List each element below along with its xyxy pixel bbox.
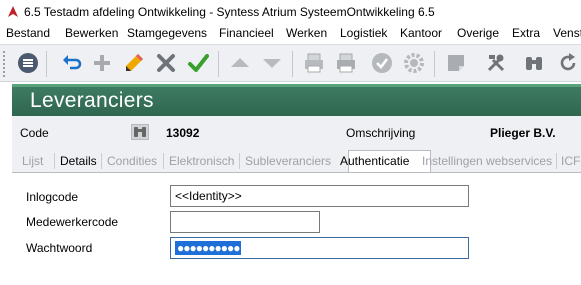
description-label: Omschrijving — [346, 126, 416, 140]
menu-extra[interactable]: Extra — [512, 26, 540, 40]
title-bar: 6.5 Testadm afdeling Ontwikkeling - Synt… — [0, 0, 581, 24]
menu-overige[interactable]: Overige — [457, 26, 499, 40]
tab-lijst[interactable]: Lijst — [22, 154, 43, 168]
login-label: Inlogcode — [26, 190, 79, 204]
arrow-down-icon[interactable] — [260, 51, 284, 75]
login-input[interactable]: <<Identity>> — [170, 185, 469, 207]
check-circle-icon[interactable] — [370, 51, 394, 75]
page-banner: Leveranciers — [12, 84, 581, 116]
tab-icf[interactable]: ICF- — [561, 154, 581, 168]
tab-instellingen-webservices[interactable]: Instellingen webservices — [422, 154, 552, 168]
employee-code-label: Medewerkercode — [26, 215, 119, 229]
arrow-up-icon[interactable] — [228, 51, 252, 75]
menu-bewerken[interactable]: Bewerken — [65, 26, 118, 40]
tab-details[interactable]: Details — [60, 154, 97, 168]
menu-bestand[interactable]: Bestand — [6, 26, 50, 40]
window-title: 6.5 Testadm afdeling Ontwikkeling - Synt… — [24, 5, 435, 19]
note-icon[interactable] — [444, 51, 468, 75]
tools-icon[interactable] — [484, 51, 508, 75]
tab-condities[interactable]: Condities — [107, 154, 157, 168]
password-input[interactable]: ●●●●●●●●●● — [170, 237, 469, 259]
code-value: 13092 — [166, 126, 200, 140]
password-value: ●●●●●●●●●● — [175, 241, 242, 255]
menu-icon[interactable] — [16, 51, 40, 75]
print-preview-icon[interactable] — [302, 51, 326, 75]
tab-bar: Lijst Details Condities Elektronisch Sub… — [12, 150, 581, 173]
print-icon[interactable] — [334, 51, 358, 75]
tab-subleveranciers[interactable]: Subleveranciers — [245, 154, 331, 168]
menu-venster[interactable]: Venst — [553, 26, 581, 40]
menu-bar: Bestand Bewerken Stamgegevens Financieel… — [0, 24, 581, 44]
code-label: Code — [20, 126, 49, 140]
edit-icon[interactable] — [122, 51, 146, 75]
lookup-binoculars-icon[interactable] — [131, 124, 149, 140]
app-logo-icon — [8, 6, 18, 17]
page-title: Leveranciers — [30, 89, 154, 112]
undo-icon[interactable] — [60, 51, 84, 75]
employee-code-input[interactable] — [170, 211, 320, 233]
tab-authenticatie[interactable]: Authenticatie — [340, 154, 409, 168]
binoculars-icon[interactable] — [522, 51, 546, 75]
refresh-icon[interactable] — [556, 51, 580, 75]
confirm-icon[interactable] — [186, 51, 210, 75]
description-value: Plieger B.V. — [490, 126, 556, 140]
gear-icon[interactable] — [402, 51, 426, 75]
toolbar-grip[interactable] — [3, 51, 7, 77]
add-icon[interactable] — [90, 51, 114, 75]
password-label: Wachtwoord — [26, 241, 93, 255]
tab-elektronisch[interactable]: Elektronisch — [169, 154, 234, 168]
menu-financieel[interactable]: Financieel — [219, 26, 274, 40]
menu-werken[interactable]: Werken — [286, 26, 327, 40]
menu-kantoor[interactable]: Kantoor — [400, 26, 442, 40]
toolbar — [0, 44, 581, 82]
delete-icon[interactable] — [154, 51, 178, 75]
menu-logistiek[interactable]: Logistiek — [340, 26, 387, 40]
menu-stamgegevens[interactable]: Stamgegevens — [127, 26, 207, 40]
